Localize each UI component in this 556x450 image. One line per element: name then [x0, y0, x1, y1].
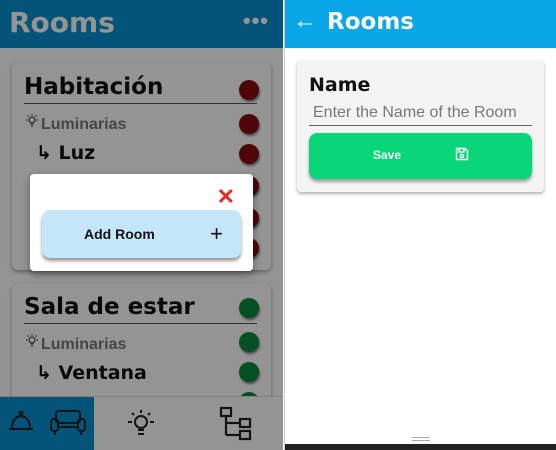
room-form: Name Save [297, 60, 544, 192]
close-icon[interactable]: ✕ [217, 184, 235, 210]
page-title: Rooms [327, 9, 414, 35]
screen-pair: Rooms ••• Habitación Luminarias ↳ Luz Sa… [0, 0, 556, 450]
system-nav-strip [285, 444, 556, 450]
back-arrow-icon[interactable]: ← [293, 7, 317, 35]
save-label: Save [373, 148, 402, 162]
name-label: Name [309, 74, 371, 96]
add-room-button[interactable]: Add Room + [42, 210, 241, 258]
floppy-disk-icon [455, 147, 469, 161]
save-button[interactable]: Save [309, 133, 532, 179]
add-room-label: Add Room [84, 226, 155, 242]
add-room-dialog: ✕ Add Room + [30, 174, 253, 271]
room-name-input[interactable] [309, 100, 532, 126]
app-header: ← Rooms [285, 0, 556, 48]
new-room-screen: ← Rooms Name Save [284, 0, 556, 450]
rooms-list-screen: Rooms ••• Habitación Luminarias ↳ Luz Sa… [0, 0, 283, 450]
plus-icon: + [210, 221, 223, 246]
home-handle-icon[interactable] [412, 437, 430, 441]
